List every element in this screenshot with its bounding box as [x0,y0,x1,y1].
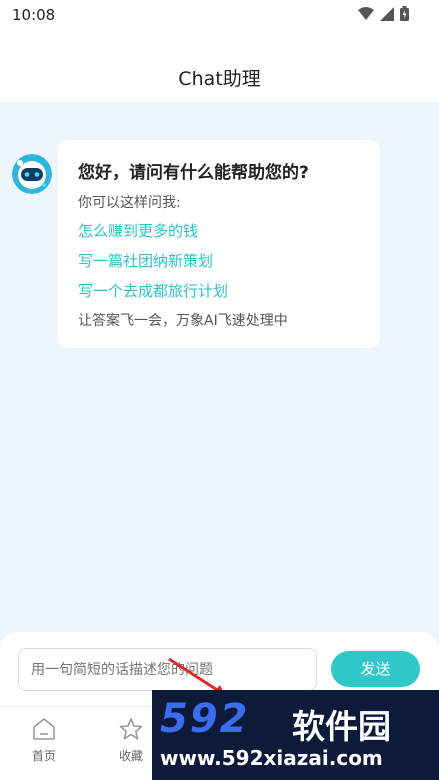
suggestion-link[interactable]: 怎么赚到更多的钱 [78,220,198,241]
robot-avatar-icon [12,154,52,194]
send-button[interactable]: 发送 [331,651,420,687]
watermark-logo: 592 软件园 www.592xiazai.com [152,690,439,780]
wifi-icon [358,6,374,20]
tab-label: 收藏 [118,749,143,763]
suggestion-link[interactable]: 写一篇社团纳新策划 [78,250,213,271]
tab-label: 首页 [31,749,56,763]
page-title: Chat助理 [178,68,261,90]
watermark-name: 软件园 [292,707,391,746]
footer-text: 让答案飞一会，万象AI飞速处理中 [78,313,288,329]
battery-icon [400,6,409,21]
chat-bubble: 您好，请问有什么能帮助您的? 你可以这样问我: 怎么赚到更多的钱 写一篇社团纳新… [58,140,380,348]
status-time: 10:08 [12,6,56,24]
home-icon [33,718,55,740]
signal-icon [380,6,394,21]
watermark-number: 592 [160,696,250,742]
star-icon [119,718,143,740]
tab-home[interactable]: 首页 [14,717,74,764]
watermark-url: www.592xiazai.com [160,746,383,770]
greeting-text: 您好，请问有什么能帮助您的? [78,163,309,183]
suggestion-link[interactable]: 写一个去成都旅行计划 [78,280,228,301]
status-icons [358,6,409,21]
hint-text: 你可以这样问我: [78,195,181,211]
status-bar: 10:08 [0,0,439,30]
header: Chat助理 [0,30,439,102]
